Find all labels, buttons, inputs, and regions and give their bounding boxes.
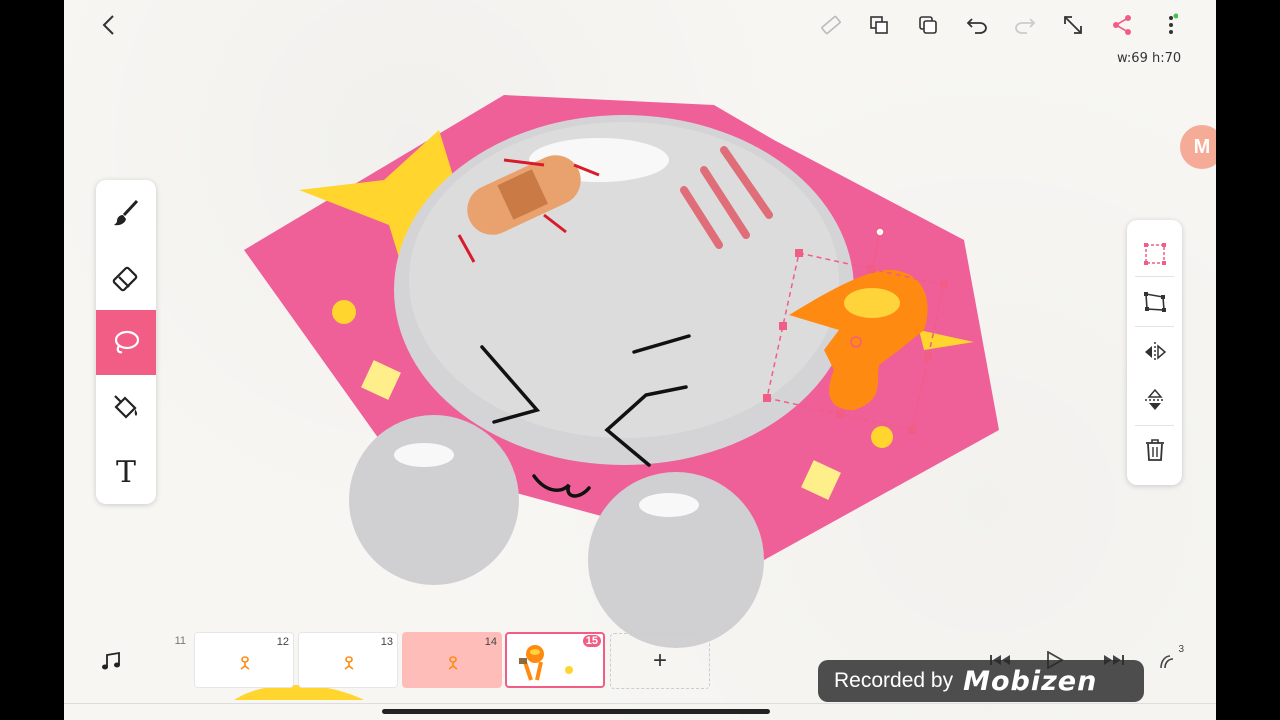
rect-select-button[interactable] (1127, 230, 1182, 278)
lasso-tool[interactable] (96, 310, 156, 375)
flip-horizontal-icon (1144, 342, 1166, 362)
yellow-dot (332, 300, 356, 324)
flip-horizontal-button[interactable] (1127, 328, 1182, 376)
undo-icon[interactable] (962, 10, 992, 40)
free-transform-button[interactable] (1127, 278, 1182, 326)
flip-vertical-icon (1144, 388, 1165, 410)
ruler-icon[interactable] (816, 10, 846, 40)
onion-skin-count: 3 (1178, 644, 1184, 655)
frame-thumbnail[interactable]: 14 (402, 632, 502, 688)
onion-skin-icon[interactable]: 3 (1156, 644, 1184, 672)
copy-icon[interactable] (864, 10, 894, 40)
watermark-prefix: Recorded by (834, 669, 954, 692)
text-tool[interactable]: T (96, 440, 156, 504)
frame-number: 12 (276, 636, 289, 648)
more-vertical-icon[interactable] (1156, 10, 1186, 40)
transform-panel (1127, 220, 1182, 485)
rect-select-icon (1143, 243, 1166, 265)
yellow-dot-2 (871, 426, 893, 448)
fill-tool[interactable] (96, 375, 156, 440)
eraser-icon (112, 266, 138, 291)
add-frame-button[interactable]: + (610, 633, 710, 689)
recording-watermark: Recorded by Mobizen (818, 660, 1144, 702)
frame-number: 15 (582, 635, 601, 647)
app-screen: w:69 h:70 T M 11 12 13 14 15 + 3 (64, 0, 1216, 720)
size-readout: w:69 h:70 (1117, 51, 1182, 66)
drawing-canvas[interactable] (64, 0, 1216, 720)
frame-number: 13 (380, 636, 393, 648)
brush-icon (114, 199, 139, 225)
frame-number: 11 (174, 635, 186, 647)
eraser-tool[interactable] (96, 245, 156, 310)
frame-thumbnail[interactable]: 12 (194, 632, 294, 688)
frame-thumbnail[interactable]: 13 (298, 632, 398, 688)
text-tool-icon: T (115, 454, 136, 490)
layers-icon[interactable] (913, 10, 943, 40)
trash-icon (1145, 439, 1164, 461)
lasso-icon (114, 330, 140, 353)
share-icon[interactable] (1107, 10, 1137, 40)
frame-number: 14 (484, 636, 497, 648)
frame-thumbnail[interactable]: 15 (505, 632, 605, 688)
back-chevron-left-icon[interactable] (94, 10, 124, 40)
brush-tool[interactable] (96, 180, 156, 245)
divider (64, 703, 1216, 704)
home-indicator[interactable] (382, 709, 770, 714)
fill-bucket-icon (114, 394, 138, 419)
redo-icon[interactable] (1010, 10, 1040, 40)
watermark-brand: Mobizen (963, 665, 1098, 697)
tool-palette: T (96, 180, 156, 504)
flip-vertical-button[interactable] (1127, 376, 1182, 424)
delete-button[interactable] (1127, 426, 1182, 474)
mobizen-floating-badge[interactable]: M (1180, 125, 1216, 169)
frame-thumbnail[interactable]: 11 (124, 632, 190, 688)
free-transform-icon (1143, 292, 1166, 312)
resize-icon[interactable] (1058, 10, 1088, 40)
